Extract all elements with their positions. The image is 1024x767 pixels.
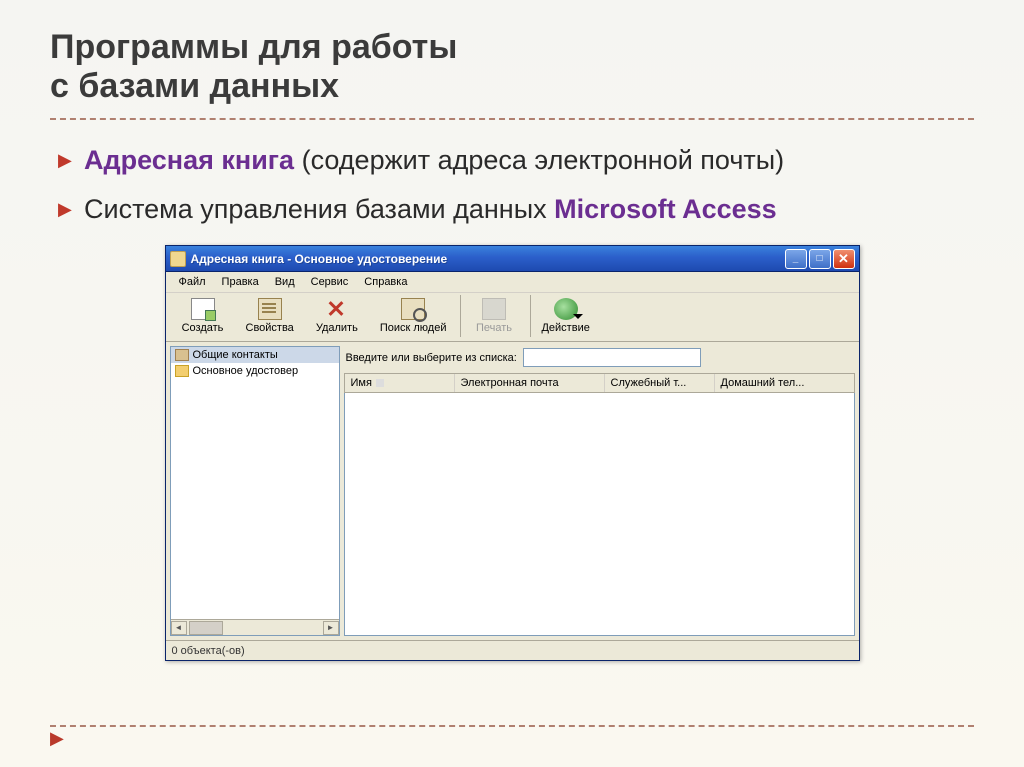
scroll-right-button[interactable]: ► bbox=[323, 621, 339, 635]
action-label: Действие bbox=[541, 322, 589, 334]
column-email[interactable]: Электронная почта bbox=[455, 374, 605, 392]
bullet-1-rest: (содержит адреса электронной почты) bbox=[294, 145, 784, 175]
search-row: Введите или выберите из списка: bbox=[344, 346, 855, 373]
menubar: Файл Правка Вид Сервис Справка bbox=[166, 272, 859, 293]
create-label: Создать bbox=[182, 322, 224, 334]
minimize-button[interactable]: _ bbox=[785, 249, 807, 269]
action-button[interactable]: Действие bbox=[530, 295, 599, 337]
folder-icon bbox=[175, 365, 189, 377]
status-text: 0 объекта(-ов) bbox=[172, 645, 245, 657]
bullet-list: ▶ Адресная книга (содержит адреса электр… bbox=[50, 142, 974, 227]
delete-label: Удалить bbox=[316, 322, 358, 334]
close-button[interactable]: ✕ bbox=[833, 249, 855, 269]
sort-indicator-icon bbox=[376, 379, 384, 387]
horizontal-scrollbar[interactable]: ◄ ► bbox=[171, 619, 339, 635]
column-name[interactable]: Имя bbox=[345, 374, 455, 392]
new-card-icon bbox=[191, 298, 215, 320]
tree-item-shared-contacts[interactable]: Общие контакты bbox=[171, 347, 339, 363]
print-icon bbox=[482, 298, 506, 320]
column-work-phone[interactable]: Служебный т... bbox=[605, 374, 715, 392]
toolbar: Создать Свойства Удалить Поиск людей Печ… bbox=[166, 293, 859, 342]
search-prompt: Введите или выберите из списка: bbox=[346, 352, 517, 364]
bullet-2-prefix: Система управления базами данных bbox=[84, 194, 554, 224]
list-header: Имя Электронная почта Служебный т... Дом… bbox=[344, 373, 855, 393]
footer-divider bbox=[50, 725, 974, 727]
title-divider bbox=[50, 118, 974, 120]
find-people-button[interactable]: Поиск людей bbox=[370, 295, 457, 337]
column-home-phone[interactable]: Домашний тел... bbox=[715, 374, 854, 392]
app-icon bbox=[170, 251, 186, 267]
print-label: Печать bbox=[476, 322, 512, 334]
tree-item-label: Общие контакты bbox=[193, 349, 278, 361]
menu-file[interactable]: Файл bbox=[172, 274, 213, 290]
maximize-button[interactable]: □ bbox=[809, 249, 831, 269]
delete-button[interactable]: Удалить bbox=[304, 295, 370, 337]
title-line2: с базами данных bbox=[50, 67, 339, 105]
search-people-icon bbox=[401, 298, 425, 320]
bullet-marker-icon: ▶ bbox=[58, 148, 72, 172]
bullet-1: ▶ Адресная книга (содержит адреса электр… bbox=[58, 142, 974, 178]
scroll-thumb[interactable] bbox=[189, 621, 223, 635]
menu-edit[interactable]: Правка bbox=[215, 274, 266, 290]
statusbar: 0 объекта(-ов) bbox=[166, 640, 859, 660]
address-book-icon bbox=[175, 349, 189, 361]
contacts-list[interactable] bbox=[344, 393, 855, 636]
window-title: Адресная книга - Основное удостоверение bbox=[191, 252, 785, 266]
menu-view[interactable]: Вид bbox=[268, 274, 302, 290]
properties-icon bbox=[258, 298, 282, 320]
bullet-2: ▶ Система управления базами данных Micro… bbox=[58, 191, 974, 227]
create-button[interactable]: Создать bbox=[170, 295, 236, 337]
address-book-window: Адресная книга - Основное удостоверение … bbox=[165, 245, 860, 661]
delete-icon bbox=[325, 298, 349, 320]
search-label: Поиск людей bbox=[380, 322, 447, 334]
tree-item-main-identity[interactable]: Основное удостовер bbox=[171, 363, 339, 379]
properties-button[interactable]: Свойства bbox=[236, 295, 304, 337]
bullet-marker-icon: ▶ bbox=[58, 197, 72, 221]
title-line1: Программы для работы bbox=[50, 28, 457, 66]
menu-tools[interactable]: Сервис bbox=[304, 274, 356, 290]
props-label: Свойства bbox=[246, 322, 294, 334]
globe-action-icon bbox=[554, 298, 578, 320]
slide-title: Программы для работы с базами данных bbox=[50, 28, 974, 106]
folder-tree-pane[interactable]: Общие контакты Основное удостовер ◄ ► bbox=[170, 346, 340, 636]
search-input[interactable] bbox=[523, 348, 701, 367]
bullet-2-highlight: Microsoft Access bbox=[554, 194, 777, 224]
tree-item-label: Основное удостовер bbox=[193, 365, 299, 377]
print-button[interactable]: Печать bbox=[460, 295, 526, 337]
scroll-left-button[interactable]: ◄ bbox=[171, 621, 187, 635]
titlebar[interactable]: Адресная книга - Основное удостоверение … bbox=[166, 246, 859, 272]
menu-help[interactable]: Справка bbox=[357, 274, 414, 290]
footer-arrow-icon: ▶ bbox=[50, 728, 64, 749]
bullet-1-highlight: Адресная книга bbox=[84, 145, 294, 175]
